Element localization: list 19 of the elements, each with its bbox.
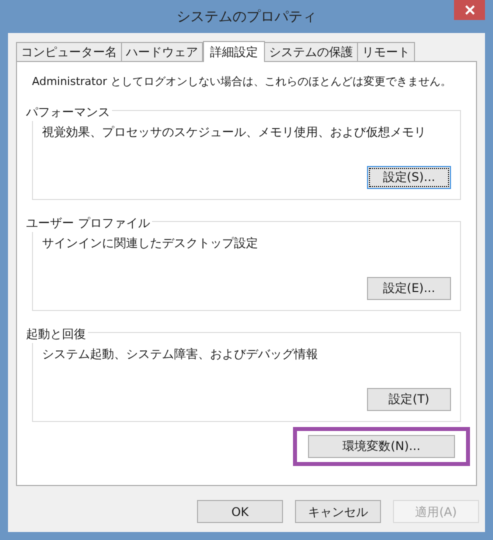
environment-variables-button[interactable]: 環境変数(N)...: [308, 434, 455, 458]
tab[interactable]: システムの保護: [264, 42, 358, 61]
dialog-button[interactable]: OK: [197, 500, 283, 523]
tab[interactable]: 詳細設定: [203, 41, 265, 62]
settings-button[interactable]: 設定(E)...: [367, 276, 451, 300]
group-title: ユーザー プロファイル: [24, 214, 152, 232]
settings-button[interactable]: 設定(S)...: [367, 166, 451, 188]
tab[interactable]: リモート: [357, 42, 415, 61]
close-icon: [464, 5, 474, 15]
close-button[interactable]: [454, 0, 485, 20]
notice-text: Administrator としてログオンしない場合は、これらのほとんどは変更できません。: [32, 74, 452, 90]
group-description: システム起動、システム障害、およびデバッグ情報: [42, 346, 319, 362]
dialog-button[interactable]: キャンセル: [295, 500, 381, 523]
settings-button[interactable]: 設定(T): [367, 388, 451, 410]
tab[interactable]: ハードウェア: [121, 42, 203, 61]
group-description: サインインに関連したデスクトップ設定: [42, 234, 259, 252]
group-description: 視覚効果、プロセッサのスケジュール、メモリ使用、および仮想メモリ: [42, 124, 427, 140]
window-title: システムのプロパティ: [176, 8, 318, 27]
tab[interactable]: コンピューター名: [16, 42, 122, 61]
